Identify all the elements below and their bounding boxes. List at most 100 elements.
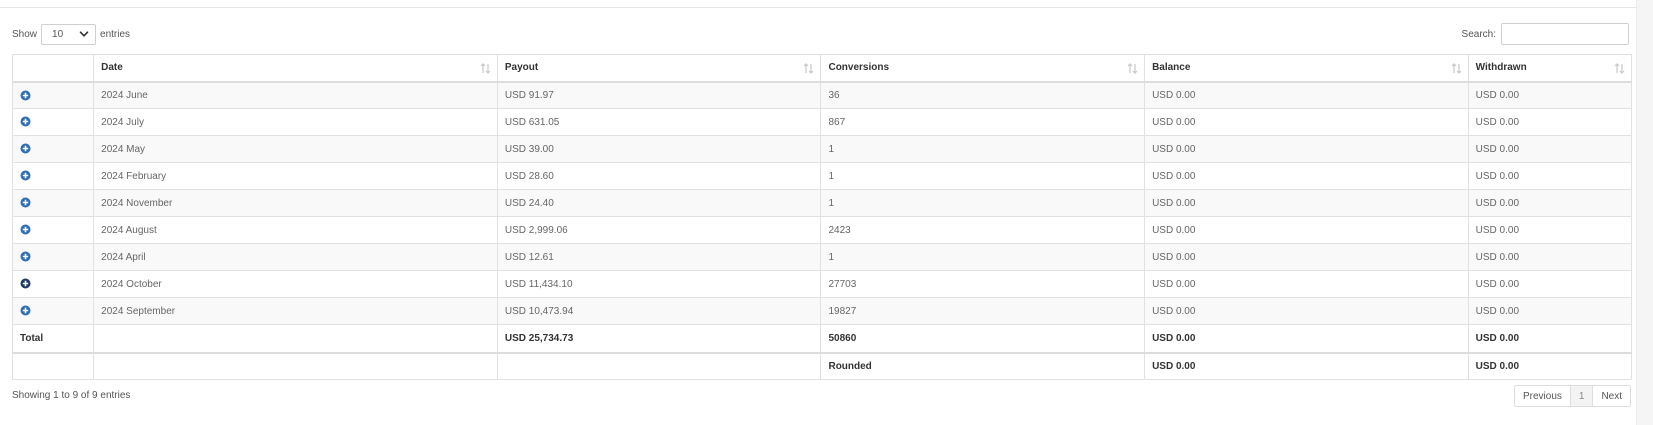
cell-conversions: 19827 [820,297,1146,325]
rounded-empty-cell [496,352,822,380]
cell-payout: USD 39.00 [496,135,822,163]
plus-circle-icon[interactable] [20,170,31,181]
row-expand-cell[interactable] [11,297,95,325]
table-info: Showing 1 to 9 of 9 entries [12,390,131,401]
rounded-empty-cell [93,352,498,380]
plus-circle-icon[interactable] [20,116,31,127]
entries-per-page-select[interactable]: 10 [41,23,97,45]
cell-conversions: 1 [820,243,1146,271]
table-row: 2024 June USD 91.97 36 USD 0.00 USD 0.00 [11,81,1633,109]
cell-conversions: 867 [820,108,1146,136]
column-header-withdrawn[interactable]: Withdrawn [1467,54,1633,83]
page-scrollbar-track[interactable] [1636,0,1653,425]
cell-withdrawn: USD 0.00 [1467,81,1633,109]
sort-both-icon [1451,63,1462,74]
column-header-balance[interactable]: Balance [1144,54,1469,83]
search-control: Search: [1462,23,1629,45]
table-row: 2024 September USD 10,473.94 19827 USD 0.00… [11,297,1633,325]
cell-withdrawn: USD 0.00 [1467,270,1633,298]
row-expand-cell[interactable] [11,162,95,190]
row-expand-cell[interactable] [11,108,95,136]
cell-withdrawn: USD 0.00 [1467,135,1633,163]
column-header-conversions[interactable]: Conversions [820,54,1146,83]
total-conversions: 50860 [820,324,1146,354]
row-expand-cell[interactable] [11,135,95,163]
search-label: Search: [1461,28,1496,40]
column-header-date[interactable]: Date [93,54,498,83]
payouts-table: Date Payout Conversions Balance Withdraw… [11,54,1633,380]
chevron-down-icon [79,31,89,37]
table-total-row: Total USD 25,734.73 50860 USD 0.00 USD 0… [11,324,1633,354]
show-label: Show [12,28,38,40]
cell-payout: USD 12.61 [496,243,822,271]
column-header-label: Withdrawn [1475,62,1527,74]
cell-date: 2024 August [93,216,498,244]
total-label: Total [11,324,95,354]
cell-date: 2024 September [93,297,498,325]
plus-circle-icon[interactable] [20,197,31,208]
sort-both-icon [1614,63,1625,74]
plus-circle-icon[interactable] [20,90,31,101]
total-payout: USD 25,734.73 [496,324,822,354]
column-header-label: Balance [1152,62,1191,74]
table-row: 2024 November USD 24.40 1 USD 0.00 USD 0.00 [11,189,1633,217]
cell-balance: USD 0.00 [1144,108,1469,136]
column-header-label: Payout [504,62,539,74]
cell-balance: USD 0.00 [1144,297,1469,325]
page-1-button[interactable]: 1 [1569,385,1594,407]
cell-payout: USD 91.97 [496,81,822,109]
column-header-payout[interactable]: Payout [496,54,822,83]
entries-per-page-value: 10 [52,28,64,40]
plus-circle-icon[interactable] [20,224,31,235]
plus-circle-icon[interactable] [20,143,31,154]
total-balance: USD 0.00 [1144,324,1469,354]
rounded-withdrawn: USD 0.00 [1467,352,1633,380]
previous-page-button[interactable]: Previous [1513,385,1571,407]
cell-date: 2024 April [93,243,498,271]
cell-withdrawn: USD 0.00 [1467,162,1633,190]
entries-length-control: Show 10 entries [12,23,130,45]
row-expand-cell[interactable] [11,81,95,109]
table-header-row: Date Payout Conversions Balance Withdraw… [11,54,1633,83]
cell-date: 2024 July [93,108,498,136]
table-row: 2024 February USD 28.60 1 USD 0.00 USD 0.00 [11,162,1633,190]
cell-payout: USD 2,999.06 [496,216,822,244]
cell-payout: USD 28.60 [496,162,822,190]
cell-conversions: 1 [820,135,1146,163]
cell-conversions: 36 [820,81,1146,109]
total-date-cell [93,324,498,354]
plus-circle-icon[interactable] [20,278,31,289]
column-header-label: Conversions [828,62,890,74]
cell-payout: USD 631.05 [496,108,822,136]
pagination: Previous 1 Next [1513,385,1631,407]
table-rounded-row: Rounded USD 0.00 USD 0.00 [11,352,1633,380]
cell-date: 2024 October [93,270,498,298]
sort-both-icon [480,63,491,74]
rounded-balance: USD 0.00 [1144,352,1469,380]
table-row: 2024 October USD 11,434.10 27703 USD 0.00 US… [11,270,1633,298]
cell-conversions: 27703 [820,270,1146,298]
cell-balance: USD 0.00 [1144,81,1469,109]
row-expand-cell[interactable] [11,243,95,271]
cell-conversions: 1 [820,162,1146,190]
cell-balance: USD 0.00 [1144,243,1469,271]
table-row: 2024 August USD 2,999.06 2423 USD 0.00 USD 0… [11,216,1633,244]
column-header-label: Date [101,62,123,74]
row-expand-cell[interactable] [11,270,95,298]
cell-date: 2024 May [93,135,498,163]
cell-withdrawn: USD 0.00 [1467,297,1633,325]
cell-balance: USD 0.00 [1144,162,1469,190]
row-expand-cell[interactable] [11,216,95,244]
cell-balance: USD 0.00 [1144,216,1469,244]
cell-conversions: 2423 [820,216,1146,244]
plus-circle-icon[interactable] [20,305,31,316]
search-input[interactable] [1501,23,1629,45]
plus-circle-icon[interactable] [20,251,31,262]
sort-both-icon [804,63,814,74]
cell-payout: USD 11,434.10 [496,270,822,298]
rounded-empty-cell [11,352,95,380]
rounded-label: Rounded [820,352,1146,380]
next-page-button[interactable]: Next [1592,385,1631,407]
cell-date: 2024 February [93,162,498,190]
row-expand-cell[interactable] [11,189,95,217]
